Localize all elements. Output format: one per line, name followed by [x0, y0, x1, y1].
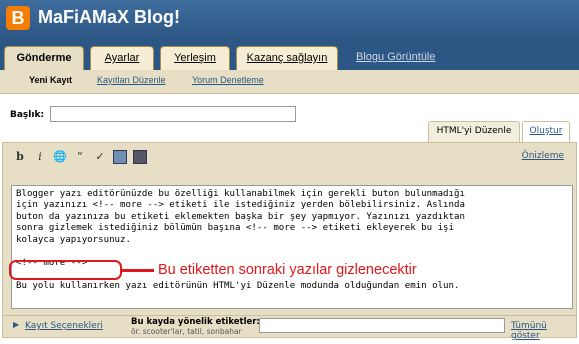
editor-toolbar: b i 🌐 “ ✓ [13, 150, 147, 164]
italic-icon[interactable]: i [33, 150, 47, 164]
main-tabs-bar: Gönderme Ayarlar Yerleşim Kazanç sağlayı… [0, 40, 579, 71]
more-tag-highlight [9, 260, 122, 280]
post-editor: b i 🌐 “ ✓ Önizleme Blogger yazı editörün… [2, 142, 577, 316]
annotation-text: Bu etiketten sonraki yazılar gizlenecekt… [158, 262, 417, 278]
spellcheck-icon[interactable]: ✓ [93, 150, 107, 164]
labels-title: Bu kayda yönelik etiketler: [131, 317, 260, 327]
image-icon[interactable] [113, 150, 127, 164]
subtab-edit-posts[interactable]: Kayıtları Düzenle [97, 75, 166, 85]
video-icon[interactable] [133, 150, 147, 164]
labels-example: ör. scooter'lar, tatil, sonbahar [131, 327, 242, 336]
tab-layout[interactable]: Yerleşim [160, 46, 230, 70]
expand-triangle-icon[interactable]: ▶ [13, 320, 19, 329]
editor-paragraph-2: Bu yolu kullanırken yazı editörünün HTML… [16, 281, 460, 292]
subtab-new-post[interactable]: Yeni Kayıt [29, 75, 72, 85]
bold-icon[interactable]: b [13, 150, 27, 164]
show-all-labels-link[interactable]: Tümünü göster [511, 321, 576, 341]
link-icon[interactable]: 🌐 [53, 150, 67, 164]
title-label: Başlık: [10, 110, 45, 120]
blog-name-title: MaFiAMaX Blog! [38, 7, 180, 27]
quote-icon[interactable]: “ [73, 150, 87, 164]
posting-subnav: Yeni Kayıt Kayıtları Düzenle Yorum Denet… [0, 70, 579, 94]
subtab-moderate-comments[interactable]: Yorum Denetleme [192, 75, 264, 85]
tab-compose[interactable]: Oluştur [522, 121, 570, 142]
post-options-bar: ▶ Kayıt Seçenekleri Bu kayda yönelik eti… [2, 316, 577, 341]
top-header-bar: B MaFiAMaX Blog! [0, 0, 579, 40]
title-input[interactable] [50, 106, 296, 122]
blogger-logo-icon: B [6, 6, 30, 30]
html-textarea[interactable]: Blogger yazı editörünüzde bu özelliği ku… [11, 185, 573, 309]
tab-edit-html[interactable]: HTML'yi Düzenle [428, 121, 520, 142]
tab-settings[interactable]: Ayarlar [90, 46, 154, 70]
preview-link[interactable]: Önizleme [522, 151, 564, 161]
labels-input[interactable] [259, 318, 505, 333]
tab-monetize[interactable]: Kazanç sağlayın [236, 46, 338, 70]
post-options-link[interactable]: Kayıt Seçenekleri [25, 321, 103, 331]
tab-posting[interactable]: Gönderme [4, 46, 84, 71]
view-blog-link[interactable]: Blogu Görüntüle [356, 51, 436, 63]
annotation-connector [122, 269, 154, 272]
editor-paragraph-1: Blogger yazı editörünüzde bu özelliği ku… [16, 189, 465, 245]
